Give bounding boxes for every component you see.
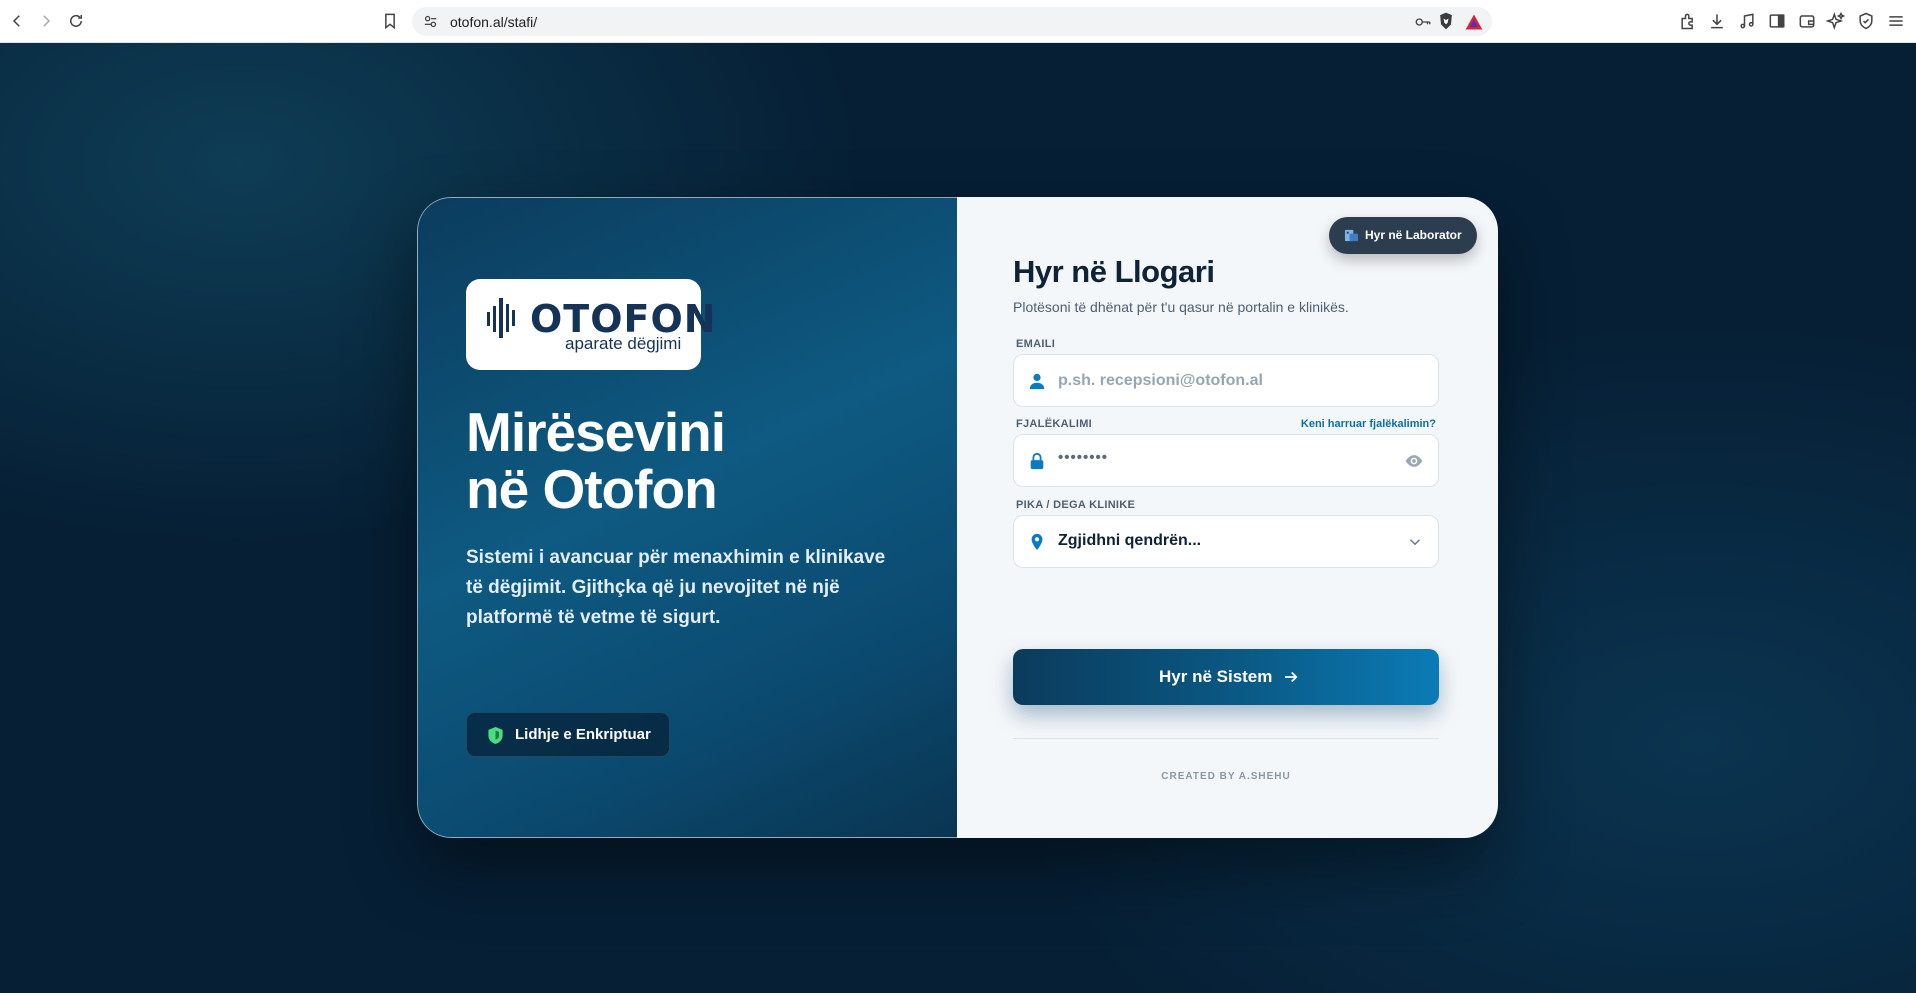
encrypted-connection-label: Lidhje e Enkriptuar <box>515 726 651 743</box>
reload-icon[interactable] <box>64 9 88 33</box>
laboratory-login-label: Hyr në Laborator <box>1365 228 1462 242</box>
login-title: Hyr në Llogari <box>1013 254 1215 289</box>
branch-select[interactable]: Zgjidhni qendrën... <box>1013 515 1439 568</box>
encrypted-connection-badge: Lidhje e Enkriptuar <box>466 712 670 757</box>
user-icon <box>1029 373 1045 390</box>
media-icon[interactable] <box>1737 11 1757 31</box>
url-text[interactable]: otofon.al/stafi/ <box>450 14 537 30</box>
sidebar-icon[interactable] <box>1767 11 1787 31</box>
email-label: EMAILI <box>1016 338 1056 350</box>
eye-icon[interactable] <box>1404 451 1424 471</box>
rewards-icon[interactable] <box>1464 12 1484 32</box>
arrow-right-icon <box>1285 671 1298 683</box>
page-background: OTOFON aparate dëgjimi Mirësevini në Oto… <box>0 43 1916 994</box>
extensions-icon[interactable] <box>1678 11 1698 31</box>
forward-icon[interactable] <box>34 9 58 33</box>
password-field[interactable]: •••••••• <box>1013 434 1439 487</box>
brave-shield-icon[interactable] <box>1436 11 1456 31</box>
menu-icon[interactable] <box>1886 11 1906 31</box>
welcome-panel: OTOFON aparate dëgjimi Mirësevini në Oto… <box>417 197 957 838</box>
brand-logo: OTOFON aparate dëgjimi <box>466 279 716 370</box>
wallet-icon[interactable] <box>1797 11 1817 31</box>
forgot-password-link[interactable]: Keni harruar fjalëkalimin? <box>1301 418 1436 430</box>
location-pin-icon <box>1031 533 1043 551</box>
login-card: OTOFON aparate dëgjimi Mirësevini në Oto… <box>417 197 1498 838</box>
vpn-icon[interactable] <box>1856 11 1876 31</box>
login-submit-button[interactable]: Hyr në Sistem <box>1013 649 1439 705</box>
login-submit-label: Hyr në Sistem <box>1159 667 1273 686</box>
password-label: FJALËKALIMI <box>1016 418 1093 430</box>
credit-text: CREATED BY A.SHEHU <box>1161 771 1291 782</box>
chevron-down-icon <box>1409 539 1421 546</box>
bookmark-icon[interactable] <box>380 11 400 31</box>
browser-toolbar: otofon.al/stafi/ <box>0 0 1916 43</box>
welcome-line-2: në Otofon <box>466 458 718 520</box>
welcome-description: Sistemi i avancuar për menaxhimin e klin… <box>466 547 886 628</box>
shield-check-icon <box>488 727 503 744</box>
login-form-panel: Hyr në Laborator Hyr në Llogari Plotëson… <box>957 197 1498 838</box>
lock-icon <box>1030 452 1044 470</box>
download-icon[interactable] <box>1707 11 1727 31</box>
back-icon[interactable] <box>5 9 29 33</box>
sound-wave-icon <box>487 298 515 338</box>
login-subtitle: Plotësoni të dhënat për t'u qasur në por… <box>1013 299 1349 315</box>
laboratory-icon <box>1344 229 1359 242</box>
laboratory-login-button[interactable]: Hyr në Laborator <box>1329 217 1477 254</box>
address-bar[interactable]: otofon.al/stafi/ <box>412 7 1492 36</box>
site-settings-icon[interactable] <box>422 13 439 30</box>
welcome-line-1: Mirësevini <box>466 401 726 463</box>
form-divider <box>1013 738 1439 739</box>
leo-ai-icon[interactable] <box>1826 11 1846 31</box>
email-placeholder: p.sh. recepsioni@otofon.al <box>1058 372 1263 389</box>
welcome-heading: Mirësevini në Otofon <box>466 401 726 520</box>
logo-tagline: aparate dëgjimi <box>565 334 682 353</box>
email-field[interactable]: p.sh. recepsioni@otofon.al <box>1013 354 1439 407</box>
key-icon[interactable] <box>1414 13 1432 31</box>
branch-label: PIKA / DEGA KLINIKE <box>1016 499 1136 511</box>
branch-selected-value: Zgjidhni qendrën... <box>1058 532 1202 549</box>
password-mask: •••••••• <box>1058 449 1109 466</box>
